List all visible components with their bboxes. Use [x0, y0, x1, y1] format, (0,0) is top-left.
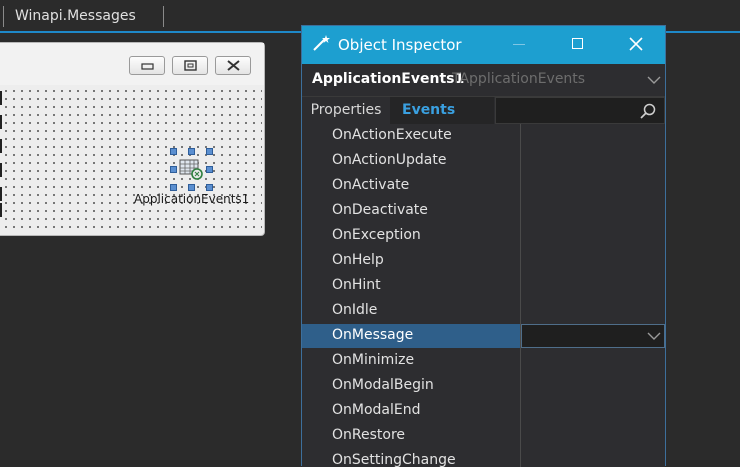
chevron-down-icon[interactable]	[647, 332, 661, 340]
tab-events[interactable]: Events	[390, 97, 494, 124]
event-name: OnActivate	[332, 177, 410, 193]
control-edge	[0, 139, 2, 153]
control-edge	[0, 115, 2, 129]
search-icon[interactable]	[640, 103, 656, 119]
selection-handle[interactable]	[188, 184, 195, 191]
event-name: OnRestore	[332, 427, 406, 443]
form-design-grid[interactable]	[0, 85, 262, 233]
form-title-bar	[0, 43, 264, 85]
control-edge	[0, 203, 2, 217]
object-inspector-window: Object Inspector ApplicationEvents1 TApp…	[301, 25, 666, 467]
selection-handle[interactable]	[170, 184, 177, 191]
selection-handle[interactable]	[170, 166, 177, 173]
event-row[interactable]: OnHint	[302, 274, 665, 299]
event-row[interactable]: OnModalBegin	[302, 374, 665, 399]
event-row[interactable]: OnModalEnd	[302, 399, 665, 424]
wand-icon	[313, 35, 330, 51]
component-icon	[179, 159, 203, 180]
control-edge	[0, 163, 2, 177]
event-name: OnModalEnd	[332, 402, 421, 418]
tab-separator	[3, 6, 4, 27]
chevron-down-icon[interactable]	[647, 76, 661, 84]
event-row[interactable]: OnActionUpdate	[302, 149, 665, 174]
tab-properties[interactable]: Properties	[302, 97, 390, 124]
event-name: OnSettingChange	[332, 452, 456, 467]
object-inspector-tabs: Properties Events	[302, 97, 665, 124]
event-row[interactable]: OnMinimize	[302, 349, 665, 374]
control-edge	[0, 187, 2, 201]
selection-handle[interactable]	[206, 166, 213, 173]
event-name: OnActionExecute	[332, 127, 452, 143]
event-row[interactable]: OnActivate	[302, 174, 665, 199]
event-row[interactable]: OnDeactivate	[302, 199, 665, 224]
event-name: OnHelp	[332, 252, 384, 268]
event-row[interactable]: OnMessage	[302, 324, 665, 349]
tab-separator	[163, 6, 164, 27]
control-edge	[0, 91, 2, 105]
event-name: OnException	[332, 227, 421, 243]
event-name: OnMinimize	[332, 352, 415, 368]
selected-object-name: ApplicationEvents1	[312, 71, 465, 87]
form-minimize-button[interactable]	[129, 56, 165, 75]
event-name: OnIdle	[332, 302, 378, 318]
form-restore-button[interactable]	[172, 56, 208, 75]
selection-handle[interactable]	[206, 148, 213, 155]
event-handler-dropdown[interactable]	[521, 324, 665, 348]
event-name: OnDeactivate	[332, 202, 428, 218]
object-selector[interactable]: ApplicationEvents1 TApplicationEvents	[302, 64, 665, 97]
events-list[interactable]: OnActionExecute OnActionUpdate OnActivate O…	[302, 124, 665, 467]
restore-icon	[184, 60, 197, 71]
selection-handle[interactable]	[170, 148, 177, 155]
component-label: ApplicationEvents1	[134, 192, 250, 206]
selection-handle[interactable]	[206, 184, 213, 191]
selection-handle[interactable]	[188, 148, 195, 155]
form-designer[interactable]: ApplicationEvents1	[0, 42, 265, 236]
close-icon	[227, 60, 240, 71]
event-name: OnHint	[332, 277, 381, 293]
form-close-button[interactable]	[215, 56, 251, 75]
event-row[interactable]: OnSettingChange	[302, 449, 665, 467]
event-name: OnMessage	[332, 327, 414, 343]
application-events-component[interactable]	[170, 148, 214, 192]
minimize-icon[interactable]	[513, 44, 525, 45]
close-icon[interactable]	[629, 37, 643, 51]
event-row[interactable]: OnException	[302, 224, 665, 249]
event-name: OnActionUpdate	[332, 152, 447, 168]
object-inspector-title: Object Inspector	[338, 36, 462, 54]
event-row[interactable]: OnActionExecute	[302, 124, 665, 149]
event-row[interactable]: OnHelp	[302, 249, 665, 274]
event-name: OnModalBegin	[332, 377, 434, 393]
event-row[interactable]: OnRestore	[302, 424, 665, 449]
maximize-icon[interactable]	[572, 38, 583, 49]
selected-object-class: TApplicationEvents	[452, 71, 586, 87]
event-row[interactable]: OnIdle	[302, 299, 665, 324]
object-inspector-title-bar[interactable]: Object Inspector	[302, 26, 665, 64]
search-input[interactable]	[495, 97, 665, 124]
minimize-icon	[141, 63, 154, 70]
editor-tab-winapi-messages[interactable]: Winapi.Messages	[15, 8, 136, 24]
